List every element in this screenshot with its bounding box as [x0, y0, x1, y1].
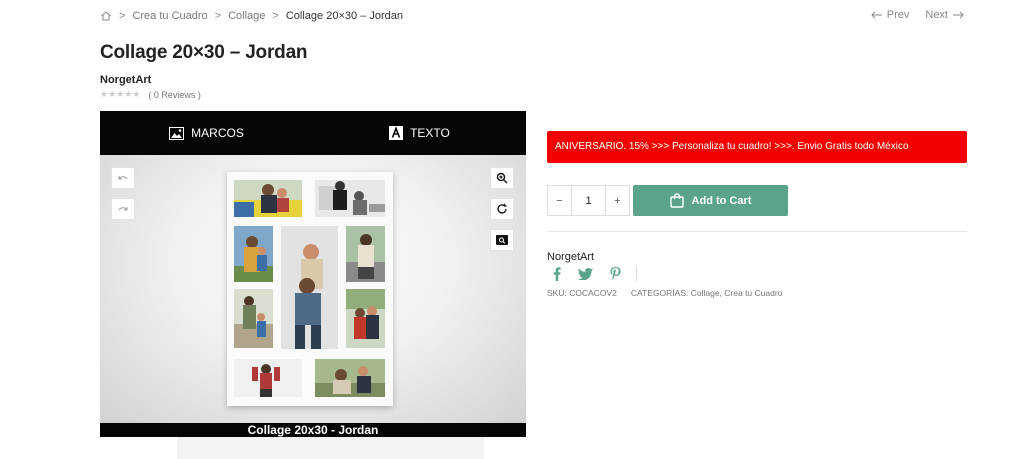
product-title: Collage 20×30 – Jordan [100, 42, 308, 63]
collage-photo[interactable] [234, 289, 273, 348]
shopping-bag-icon [669, 193, 684, 208]
arrow-right-icon [953, 11, 964, 19]
pinterest-icon[interactable] [610, 267, 621, 281]
redo-button[interactable] [111, 198, 135, 220]
design-canvas[interactable] [100, 155, 526, 423]
add-to-cart-label: Add to Cart [691, 194, 752, 207]
text-icon [389, 126, 404, 140]
undo-button[interactable] [111, 167, 135, 189]
tab-frames[interactable]: MARCOS [100, 126, 313, 140]
breadcrumb: > Crea tu Cuadro > Collage > Collage 20×… [100, 9, 403, 23]
product-brand[interactable]: NorgetArt [100, 74, 151, 86]
image-icon [169, 126, 185, 140]
collage-photo[interactable] [315, 359, 385, 397]
social-share [553, 266, 637, 282]
prev-next-nav: Prev Next [871, 9, 964, 21]
prev-link[interactable]: Prev [871, 9, 910, 21]
tab-text[interactable]: TEXTO [313, 126, 526, 140]
collage-photo[interactable] [346, 226, 385, 282]
collage-frame[interactable] [227, 172, 393, 406]
next-label: Next [925, 9, 948, 21]
sku-label: SKU: COCACOV2 [547, 288, 617, 298]
arrow-left-icon [871, 11, 882, 19]
facebook-icon[interactable] [553, 267, 561, 281]
rating-row: ★★★★★ ( 0 Reviews ) [100, 89, 201, 100]
prev-label: Prev [886, 9, 910, 21]
chevron-right-icon: > [214, 10, 222, 22]
chevron-right-icon: > [272, 10, 279, 22]
collage-photo[interactable] [234, 226, 273, 282]
tab-text-label: TEXTO [410, 126, 450, 140]
chevron-right-icon: > [119, 10, 126, 22]
twitter-icon[interactable] [578, 268, 593, 280]
social-divider [636, 266, 637, 282]
breadcrumb-link-collage[interactable]: Collage [228, 10, 265, 22]
star-rating: ★★★★★ [100, 89, 141, 99]
reset-button[interactable] [490, 198, 514, 220]
collage-caption: Collage 20x30 - Jordan [100, 423, 526, 437]
categories-label: CATEGORÍAS: Collage, Crea tu Cuadro [630, 288, 783, 298]
collage-photo[interactable] [346, 289, 385, 348]
breadcrumb-link-crea[interactable]: Crea tu Cuadro [132, 10, 207, 22]
zoom-in-button[interactable] [490, 167, 514, 189]
tab-frames-label: MARCOS [191, 126, 244, 140]
redo-icon [118, 207, 128, 211]
collage-photo[interactable] [315, 180, 385, 217]
vendor-name[interactable]: NorgetArt [547, 251, 594, 263]
quantity-input[interactable]: 1 [571, 186, 606, 215]
preview-icon [496, 235, 508, 245]
add-to-cart-button[interactable]: Add to Cart [633, 185, 788, 216]
promo-banner: ANIVERSARIO. 15% >>> Personaliza tu cuad… [547, 131, 967, 163]
collage-photo[interactable] [281, 226, 338, 349]
refresh-icon [497, 203, 507, 214]
preview-button[interactable] [490, 229, 514, 251]
customizer-toolbar: MARCOS TEXTO [100, 111, 526, 155]
collage-customizer: MARCOS TEXTO Collage 20x30 - Jordan [100, 111, 526, 437]
divider [547, 231, 967, 232]
breadcrumb-current: Collage 20×30 – Jordan [285, 10, 403, 22]
canvas-shadow-strip [177, 437, 484, 459]
quantity-increase-button[interactable]: + [606, 186, 629, 215]
reviews-link[interactable]: ( 0 Reviews ) [148, 90, 201, 100]
next-link[interactable]: Next [925, 9, 964, 21]
zoom-in-icon [496, 172, 508, 184]
quantity-decrease-button[interactable]: − [548, 186, 571, 215]
home-icon[interactable] [100, 10, 112, 22]
quantity-stepper[interactable]: − 1 + [547, 185, 630, 216]
product-meta: SKU: COCACOV2 CATEGORÍAS: Collage, Crea … [547, 288, 782, 298]
undo-icon [118, 176, 128, 180]
collage-photo[interactable] [234, 180, 302, 217]
collage-photo[interactable] [234, 359, 302, 397]
